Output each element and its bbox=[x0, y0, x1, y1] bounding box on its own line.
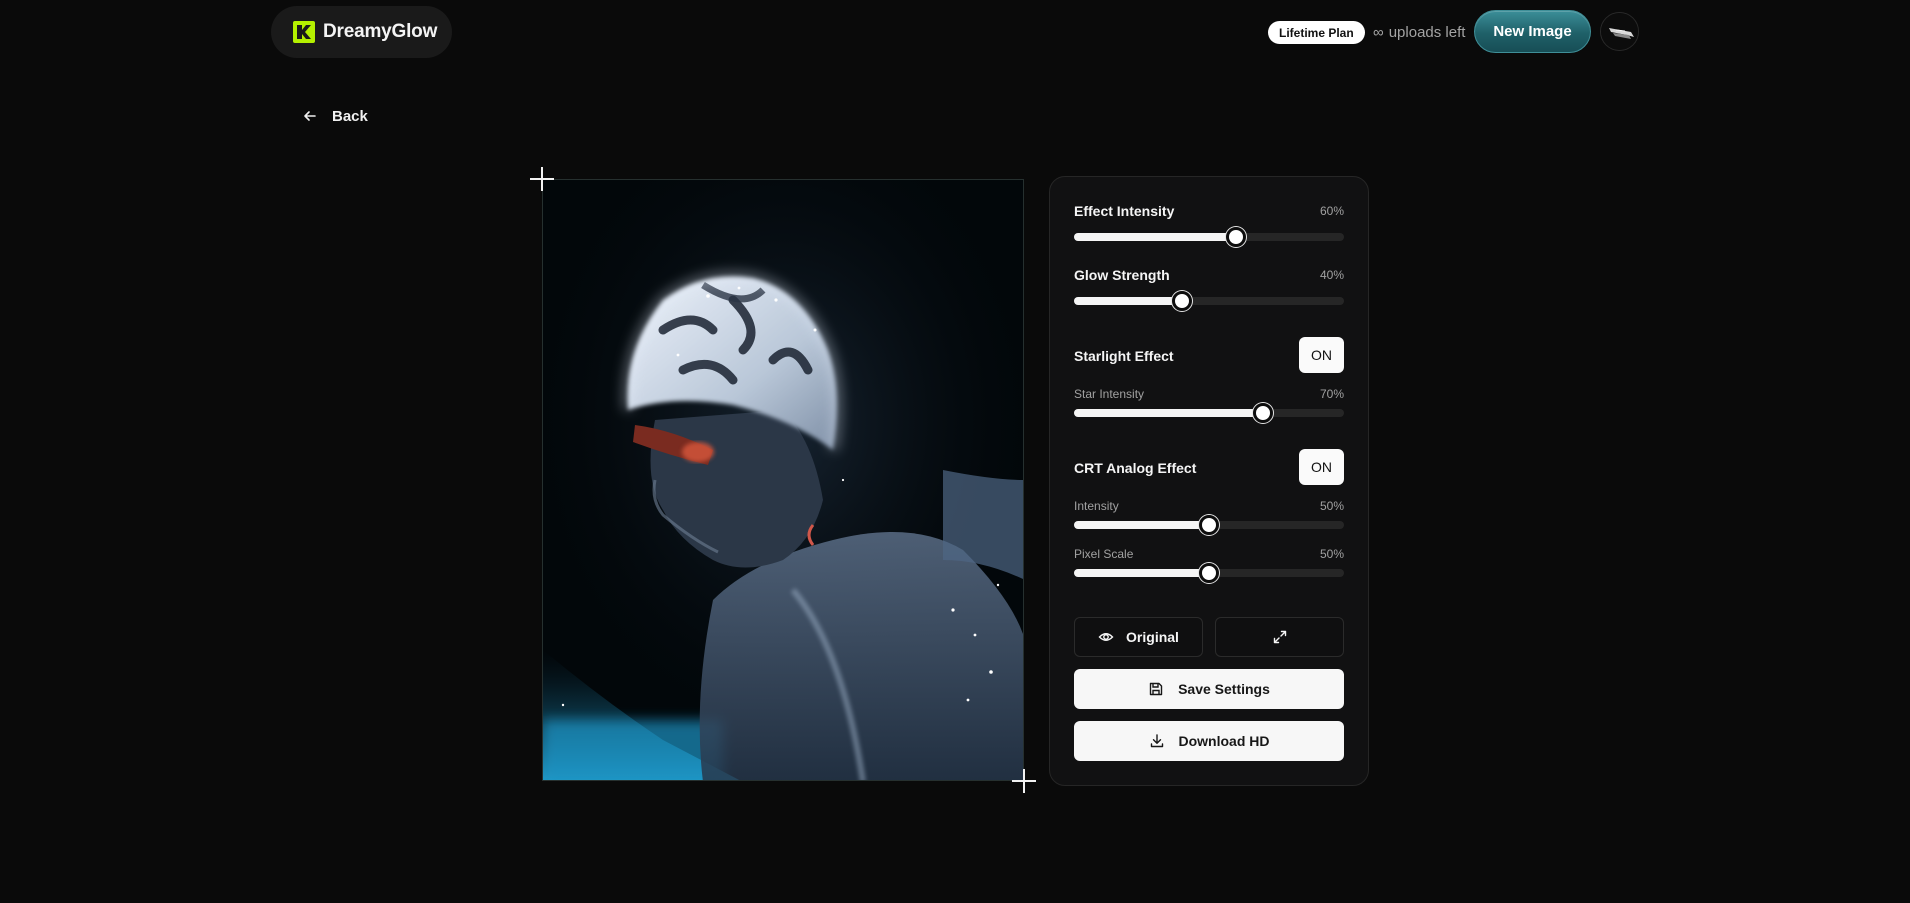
download-icon bbox=[1150, 734, 1163, 748]
slider-thumb[interactable] bbox=[1226, 227, 1246, 247]
infinity-symbol: ∞ bbox=[1373, 23, 1384, 41]
glow-strength-value: 40% bbox=[1319, 268, 1344, 282]
expand-icon bbox=[1273, 630, 1286, 644]
back-label: Back bbox=[332, 107, 368, 125]
original-compare-button[interactable]: Original bbox=[1074, 617, 1203, 657]
user-avatar[interactable] bbox=[1600, 12, 1639, 51]
arrow-left-icon bbox=[304, 111, 316, 121]
slider-thumb[interactable] bbox=[1172, 291, 1192, 311]
glow-strength-label: Glow Strength bbox=[1074, 267, 1170, 283]
glow-strength-slider[interactable] bbox=[1074, 291, 1344, 311]
slider-fill bbox=[1074, 521, 1209, 529]
effect-intensity-value: 60% bbox=[1319, 204, 1344, 218]
crt-intensity-value: 50% bbox=[1319, 499, 1344, 513]
slider-fill bbox=[1074, 233, 1236, 241]
starlight-effect-label: Starlight Effect bbox=[1074, 348, 1174, 364]
plan-badge: Lifetime Plan bbox=[1268, 21, 1365, 44]
save-settings-label: Save Settings bbox=[1178, 681, 1270, 697]
effect-intensity-label: Effect Intensity bbox=[1074, 203, 1175, 219]
slider-thumb[interactable] bbox=[1253, 403, 1273, 423]
download-hd-button[interactable]: Download HD bbox=[1074, 721, 1344, 761]
pixel-scale-label: Pixel Scale bbox=[1074, 547, 1134, 561]
star-intensity-label: Star Intensity bbox=[1074, 387, 1145, 401]
new-image-button[interactable]: New Image bbox=[1474, 10, 1591, 53]
crop-handle-bottom-right[interactable] bbox=[1012, 769, 1036, 793]
save-icon bbox=[1149, 682, 1163, 696]
effect-intensity-slider[interactable] bbox=[1074, 227, 1344, 247]
slider-fill bbox=[1074, 409, 1263, 417]
effect-intensity-header: Effect Intensity 60% bbox=[1074, 203, 1344, 219]
image-preview[interactable] bbox=[542, 179, 1024, 781]
download-hd-label: Download HD bbox=[1178, 733, 1270, 749]
star-intensity-slider[interactable] bbox=[1074, 403, 1344, 423]
slider-fill bbox=[1074, 297, 1182, 305]
settings-panel: Effect Intensity 60% Glow Strength 40% S… bbox=[1049, 176, 1369, 786]
processed-photo bbox=[543, 180, 1023, 780]
dreamyglow-logo-icon bbox=[293, 21, 315, 43]
pixel-scale-slider[interactable] bbox=[1074, 563, 1344, 583]
pixel-scale-value: 50% bbox=[1319, 547, 1344, 561]
star-intensity-value: 70% bbox=[1319, 387, 1344, 401]
crop-handle-top-left[interactable] bbox=[530, 167, 554, 191]
original-label: Original bbox=[1126, 629, 1179, 645]
save-settings-button[interactable]: Save Settings bbox=[1074, 669, 1344, 709]
brand-name: DreamyGlow bbox=[323, 21, 438, 42]
slider-thumb[interactable] bbox=[1199, 515, 1219, 535]
brand-logo[interactable]: DreamyGlow bbox=[271, 6, 452, 58]
glow-strength-header: Glow Strength 40% bbox=[1074, 267, 1344, 283]
crt-intensity-header: Intensity 50% bbox=[1074, 499, 1344, 513]
star-intensity-header: Star Intensity 70% bbox=[1074, 387, 1344, 401]
starlight-toggle[interactable]: ON bbox=[1299, 337, 1344, 373]
back-link[interactable]: Back bbox=[302, 105, 368, 127]
crt-intensity-slider[interactable] bbox=[1074, 515, 1344, 535]
crt-intensity-label: Intensity bbox=[1074, 499, 1119, 513]
eye-icon bbox=[1098, 633, 1114, 641]
crt-toggle[interactable]: ON bbox=[1299, 449, 1344, 485]
uploads-text: uploads left bbox=[1388, 23, 1466, 41]
slider-fill bbox=[1074, 569, 1209, 577]
fullscreen-button[interactable] bbox=[1215, 617, 1344, 657]
slider-thumb[interactable] bbox=[1199, 563, 1219, 583]
crt-effect-label: CRT Analog Effect bbox=[1074, 460, 1197, 476]
editor-page: DreamyGlow Lifetime Plan ∞ uploads left … bbox=[0, 0, 1910, 903]
avatar-image-icon bbox=[1601, 13, 1638, 50]
pixel-scale-header: Pixel Scale 50% bbox=[1074, 547, 1344, 561]
uploads-remaining: ∞ uploads left bbox=[1373, 22, 1465, 42]
